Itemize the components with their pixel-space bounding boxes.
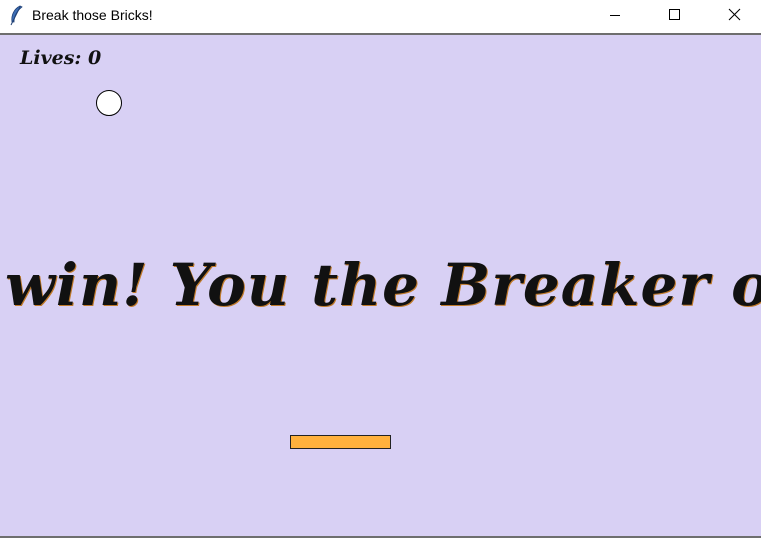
maximize-button[interactable] (652, 0, 698, 33)
paddle[interactable] (290, 435, 391, 449)
game-canvas[interactable]: Lives: 0 win! You the Breaker of Bri (0, 35, 761, 536)
win-message: win! You the Breaker of Bri (5, 251, 761, 319)
app-window: Break those Bricks! Lives: 0 win! You th… (0, 0, 761, 538)
lives-counter: Lives: 0 (20, 47, 102, 69)
ball (96, 90, 122, 116)
feather-icon (8, 5, 24, 27)
close-button[interactable] (712, 0, 758, 33)
title-bar[interactable]: Break those Bricks! (0, 0, 761, 35)
window-title: Break those Bricks! (32, 7, 153, 23)
minimize-button[interactable] (592, 0, 638, 33)
